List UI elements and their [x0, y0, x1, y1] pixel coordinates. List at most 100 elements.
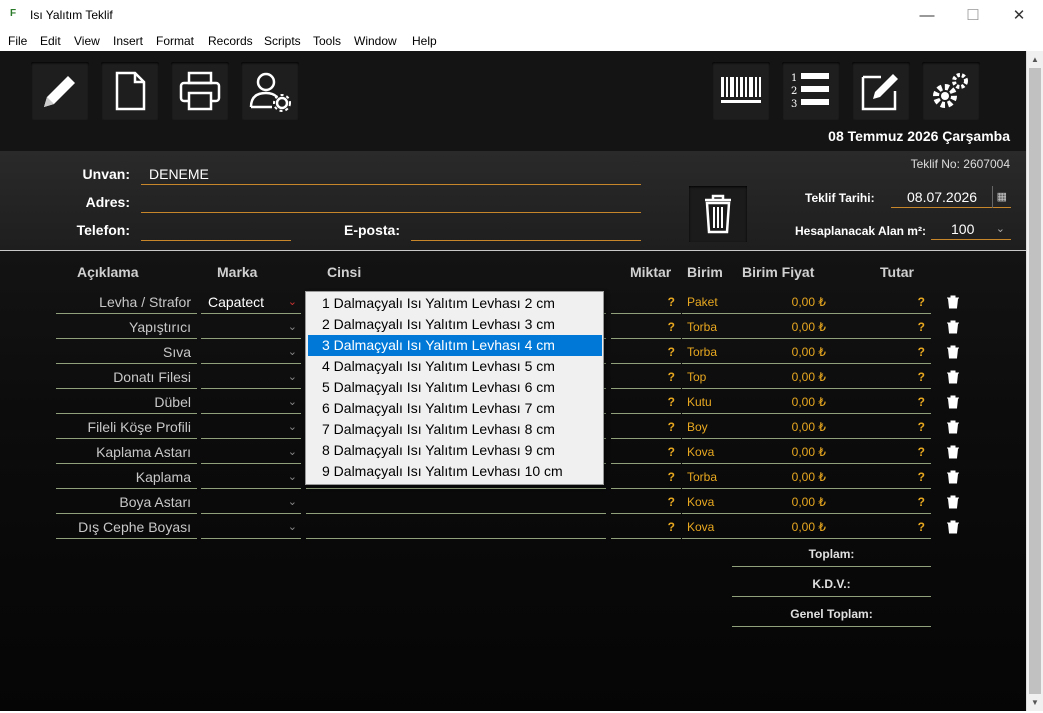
- settings-button[interactable]: [922, 62, 980, 120]
- chevron-down-icon: ⌄: [287, 421, 297, 433]
- row-marka[interactable]: ⌄: [201, 515, 301, 539]
- dropdown-item[interactable]: 6 Dalmaçyalı Isı Yalıtım Levhası 7 cm: [308, 398, 602, 419]
- menu-records[interactable]: Records: [208, 34, 253, 48]
- alan-select[interactable]: 100 ⌄: [931, 218, 1011, 240]
- menu-insert[interactable]: Insert: [113, 34, 143, 48]
- trash-icon: [947, 370, 959, 384]
- divider: [0, 250, 1026, 251]
- row-miktar[interactable]: ?: [611, 390, 681, 414]
- dropdown-item[interactable]: 2 Dalmaçyalı Isı Yalıtım Levhası 3 cm: [308, 314, 602, 335]
- row-delete-button[interactable]: [946, 415, 966, 439]
- row-marka[interactable]: ⌄: [201, 465, 301, 489]
- row-birim-fiyat[interactable]: 0,00 ₺: [732, 315, 832, 339]
- row-birim-fiyat[interactable]: 0,00 ₺: [732, 365, 832, 389]
- calendar-icon[interactable]: ▦: [991, 186, 1007, 208]
- dropdown-item[interactable]: 1 Dalmaçyalı Isı Yalıtım Levhası 2 cm: [308, 293, 602, 314]
- dropdown-item-selected[interactable]: 3 Dalmaçyalı Isı Yalıtım Levhası 4 cm: [308, 335, 602, 356]
- delete-button[interactable]: [689, 186, 747, 242]
- row-delete-button[interactable]: [946, 365, 966, 389]
- edit-button[interactable]: [31, 62, 89, 120]
- eposta-field[interactable]: [411, 219, 641, 241]
- scrollbar-thumb[interactable]: [1029, 68, 1041, 694]
- trash-icon: [947, 295, 959, 309]
- numbered-list-button[interactable]: 1 2 3: [782, 62, 840, 120]
- menu-format[interactable]: Format: [156, 34, 194, 48]
- row-birim-fiyat[interactable]: 0,00 ₺: [732, 390, 832, 414]
- row-miktar[interactable]: ?: [611, 415, 681, 439]
- row-birim-fiyat[interactable]: 0,00 ₺: [732, 515, 832, 539]
- adres-field[interactable]: [141, 191, 641, 213]
- close-button[interactable]: ✕: [996, 0, 1042, 31]
- maximize-button[interactable]: ☐: [950, 0, 996, 31]
- row-marka[interactable]: ⌄: [201, 440, 301, 464]
- row-delete-button[interactable]: [946, 390, 966, 414]
- row-aciklama: Fileli Köşe Profili: [56, 415, 197, 439]
- minimize-button[interactable]: —: [904, 0, 950, 31]
- scroll-up-icon[interactable]: ▲: [1027, 51, 1043, 68]
- cinsi-dropdown: 1 Dalmaçyalı Isı Yalıtım Levhası 2 cm 2 …: [305, 291, 604, 485]
- row-miktar[interactable]: ?: [611, 340, 681, 364]
- row-birim-fiyat[interactable]: 0,00 ₺: [732, 340, 832, 364]
- row-miktar[interactable]: ?: [611, 515, 681, 539]
- row-delete-button[interactable]: [946, 290, 966, 314]
- dropdown-item[interactable]: 8 Dalmaçyalı Isı Yalıtım Levhası 9 cm: [308, 440, 602, 461]
- row-cinsi[interactable]: [306, 515, 606, 539]
- kdv-label: K.D.V.:: [732, 572, 931, 597]
- row-marka[interactable]: Capatect ⌄: [201, 290, 301, 314]
- row-tutar: ?: [832, 415, 931, 439]
- row-aciklama: Yapıştırıcı: [56, 315, 197, 339]
- row-delete-button[interactable]: [946, 340, 966, 364]
- row-miktar[interactable]: ?: [611, 490, 681, 514]
- app-icon: F: [10, 8, 17, 19]
- row-delete-button[interactable]: [946, 465, 966, 489]
- row-cinsi[interactable]: [306, 490, 606, 514]
- row-delete-button[interactable]: [946, 515, 966, 539]
- row-tutar: ?: [832, 340, 931, 364]
- row-marka[interactable]: ⌄: [201, 490, 301, 514]
- dropdown-item[interactable]: 4 Dalmaçyalı Isı Yalıtım Levhası 5 cm: [308, 356, 602, 377]
- menu-edit[interactable]: Edit: [40, 34, 61, 48]
- row-miktar[interactable]: ?: [611, 290, 681, 314]
- dropdown-item[interactable]: 5 Dalmaçyalı Isı Yalıtım Levhası 6 cm: [308, 377, 602, 398]
- menu-view[interactable]: View: [74, 34, 100, 48]
- menu-file[interactable]: File: [8, 34, 27, 48]
- dropdown-item[interactable]: 7 Dalmaçyalı Isı Yalıtım Levhası 8 cm: [308, 419, 602, 440]
- edit-note-button[interactable]: [852, 62, 910, 120]
- row-marka-value: Capatect: [208, 294, 265, 310]
- dropdown-item[interactable]: 9 Dalmaçyalı Isı Yalıtım Levhası 10 cm: [308, 461, 602, 482]
- telefon-field[interactable]: [141, 219, 291, 241]
- menu-tools[interactable]: Tools: [313, 34, 341, 48]
- row-delete-button[interactable]: [946, 490, 966, 514]
- row-miktar[interactable]: ?: [611, 465, 681, 489]
- menu-scripts[interactable]: Scripts: [264, 34, 301, 48]
- row-marka[interactable]: ⌄: [201, 340, 301, 364]
- row-birim-fiyat[interactable]: 0,00 ₺: [732, 415, 832, 439]
- barcode-button[interactable]: [712, 62, 770, 120]
- row-marka[interactable]: ⌄: [201, 315, 301, 339]
- row-marka[interactable]: ⌄: [201, 365, 301, 389]
- vertical-scrollbar[interactable]: ▲ ▼: [1026, 51, 1043, 711]
- row-marka[interactable]: ⌄: [201, 415, 301, 439]
- row-miktar[interactable]: ?: [611, 315, 681, 339]
- row-delete-button[interactable]: [946, 440, 966, 464]
- unvan-field[interactable]: DENEME: [141, 163, 641, 185]
- row-miktar[interactable]: ?: [611, 365, 681, 389]
- menu-help[interactable]: Help: [412, 34, 437, 48]
- row-birim-fiyat[interactable]: 0,00 ₺: [732, 490, 832, 514]
- row-birim-fiyat[interactable]: 0,00 ₺: [732, 465, 832, 489]
- menu-window[interactable]: Window: [354, 34, 397, 48]
- row-birim-fiyat[interactable]: 0,00 ₺: [732, 440, 832, 464]
- print-button[interactable]: [171, 62, 229, 120]
- row-marka[interactable]: ⌄: [201, 390, 301, 414]
- user-settings-button[interactable]: [241, 62, 299, 120]
- scroll-down-icon[interactable]: ▼: [1027, 694, 1043, 711]
- new-document-button[interactable]: [101, 62, 159, 120]
- menu-bar: File Edit View Insert Format Records Scr…: [0, 31, 1043, 51]
- row-birim-fiyat[interactable]: 0,00 ₺: [732, 290, 832, 314]
- row-delete-button[interactable]: [946, 315, 966, 339]
- teklif-tarihi-field[interactable]: 08.07.2026 ▦: [891, 186, 1011, 208]
- chevron-down-icon: ⌄: [287, 446, 297, 458]
- row-miktar[interactable]: ?: [611, 440, 681, 464]
- trash-icon: [705, 194, 731, 234]
- col-aciklama: Açıklama: [77, 264, 139, 280]
